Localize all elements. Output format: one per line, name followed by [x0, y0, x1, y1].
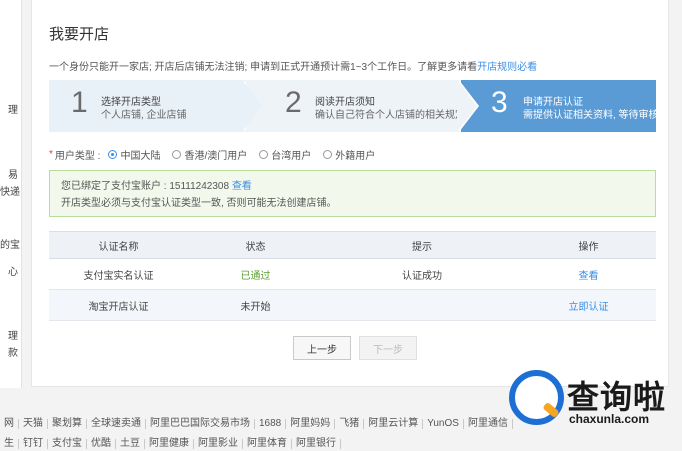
radio-hk-macau[interactable] [172, 150, 182, 159]
cert-status: 已通过 [188, 258, 323, 290]
col-header: 认证名称 [49, 231, 188, 259]
footer-link[interactable]: 阿里通信 [464, 419, 513, 429]
watermark-url: chaxunla.com [569, 412, 650, 426]
notice-line-1: 您已绑定了支付宝账户 : 15111242308 查看 [61, 178, 644, 195]
radio-label[interactable]: 中国大陆 [120, 147, 160, 162]
step-desc: 个人店铺, 企业店铺 [101, 110, 187, 121]
footer-link[interactable]: 生 [0, 439, 19, 449]
watermark-logo: 查询啦 chaxunla.com [509, 370, 679, 430]
step-1: 1 选择开店类型 个人店铺, 企业店铺 [49, 80, 254, 132]
cert-status: 未开始 [188, 289, 323, 321]
radio-taiwan[interactable] [259, 150, 269, 159]
start-cert-link[interactable]: 立即认证 [521, 289, 656, 321]
sidebar-fragment[interactable]: 的宝 [0, 236, 22, 251]
radio-label[interactable]: 外籍用户 [335, 147, 375, 162]
footer-link[interactable]: 阿里云计算 [364, 419, 424, 429]
step-desc: 确认自己符合个人店铺的相关规定 [315, 110, 465, 121]
footer-link[interactable]: 支付宝 [48, 439, 87, 449]
step-3-active: 3 申请开店认证 需提供认证相关资料, 等待审核通 [461, 80, 669, 132]
footer-link[interactable]: 天猫 [19, 419, 48, 429]
cert-name: 淘宝开店认证 [49, 289, 188, 321]
view-alipay-link[interactable]: 查看 [232, 181, 252, 192]
next-step-button[interactable]: 下一步 [359, 336, 417, 360]
step-number: 1 [71, 86, 88, 119]
footer-link[interactable]: 全球速卖通 [87, 419, 146, 429]
sidebar-fragment[interactable]: 心 [0, 263, 22, 278]
step-number: 2 [285, 86, 302, 119]
radio-foreign[interactable] [323, 150, 333, 159]
radio-label[interactable]: 香港/澳门用户 [184, 147, 247, 162]
step-arrow [242, 80, 262, 132]
footer-row-2: 生钉钉 支付宝 优酷 土豆 阿里健康 阿里影业 阿里体育 阿里银行 [0, 434, 682, 451]
footer-link[interactable]: 阿里巴巴国际交易市场 [146, 419, 255, 429]
footer-link[interactable]: 聚划算 [48, 419, 87, 429]
magnifier-icon [509, 370, 564, 425]
footer-link[interactable]: 钉钉 [19, 439, 48, 449]
step-2: 2 阅读开店须知 确认自己符合个人店铺的相关规定 [246, 80, 470, 132]
footer-link[interactable]: 阿里影业 [194, 439, 243, 449]
cert-name: 支付宝实名认证 [49, 258, 188, 290]
footer-link[interactable]: 1688 [255, 419, 287, 429]
sidebar-fragment[interactable]: 款 [0, 344, 22, 359]
col-header: 状态 [188, 231, 323, 259]
shop-rules-link[interactable]: 开店规则必看 [477, 62, 537, 73]
notice-line-2: 开店类型必须与支付宝认证类型一致, 否则可能无法创建店铺。 [61, 198, 337, 209]
footer-link[interactable]: 土豆 [116, 439, 145, 449]
intro-text-body: 一个身份只能开一家店; 开店后店铺无法注销; 申请到正式开通预计需1~3个工作日… [49, 62, 478, 73]
page-title: 我要开店 [49, 26, 110, 43]
view-cert-link[interactable]: 查看 [521, 258, 656, 290]
cert-hint: 认证成功 [323, 258, 521, 290]
table-header-row: 认证名称 状态 提示 操作 [49, 231, 656, 259]
footer-link[interactable]: 阿里银行 [292, 439, 341, 449]
footer-link[interactable]: 阿里妈妈 [286, 419, 336, 429]
cert-hint [323, 289, 521, 321]
left-sidebar: 理 易 快递 的宝 心 理 款 [0, 0, 22, 388]
sidebar-fragment[interactable]: 理 [0, 101, 22, 116]
sidebar-fragment[interactable]: 理 [0, 327, 22, 342]
user-type-label: 用户类型 : [54, 151, 101, 162]
intro-text: 一个身份只能开一家店; 开店后店铺无法注销; 申请到正式开通预计需1~3个工作日… [49, 58, 537, 73]
alipay-account-text: 您已绑定了支付宝账户 : 15111242308 [61, 181, 230, 192]
footer-link[interactable]: 阿里健康 [145, 439, 194, 449]
step-number: 3 [491, 86, 508, 119]
col-header: 提示 [323, 231, 521, 259]
prev-step-button[interactable]: 上一步 [293, 336, 351, 360]
footer-link[interactable]: 阿里体育 [243, 439, 292, 449]
required-mark: * [49, 149, 53, 160]
main-panel: 我要开店 一个身份只能开一家店; 开店后店铺无法注销; 申请到正式开通预计需1~… [31, 0, 669, 387]
alipay-notice: 您已绑定了支付宝账户 : 15111242308 查看 开店类型必须与支付宝认证… [49, 170, 656, 217]
certification-table: 认证名称 状态 提示 操作 支付宝实名认证 已通过 认证成功 查看 淘宝开店认证… [49, 231, 656, 321]
footer-link[interactable]: 网 [0, 419, 19, 429]
user-type-row: * 用户类型 : 中国大陆 香港/澳门用户 台湾用户 外籍用户 [49, 147, 379, 162]
table-row: 支付宝实名认证 已通过 认证成功 查看 [49, 258, 656, 290]
footer-link[interactable]: 飞猪 [335, 419, 365, 429]
radio-label[interactable]: 台湾用户 [271, 147, 311, 162]
step-desc: 需提供认证相关资料, 等待审核通 [523, 110, 669, 121]
col-header: 操作 [521, 231, 656, 259]
table-row: 淘宝开店认证 未开始 立即认证 [49, 289, 656, 321]
radio-mainland[interactable] [108, 150, 118, 159]
step-arrow [457, 80, 477, 132]
sidebar-fragment[interactable]: 易 [0, 166, 22, 181]
step-progress: 1 选择开店类型 个人店铺, 企业店铺 2 阅读开店须知 确认自己符合个人店铺的… [49, 80, 669, 132]
footer-link[interactable]: YunOS [423, 419, 464, 429]
sidebar-fragment[interactable]: 快递 [0, 183, 22, 198]
footer-link[interactable]: 优酷 [87, 439, 116, 449]
